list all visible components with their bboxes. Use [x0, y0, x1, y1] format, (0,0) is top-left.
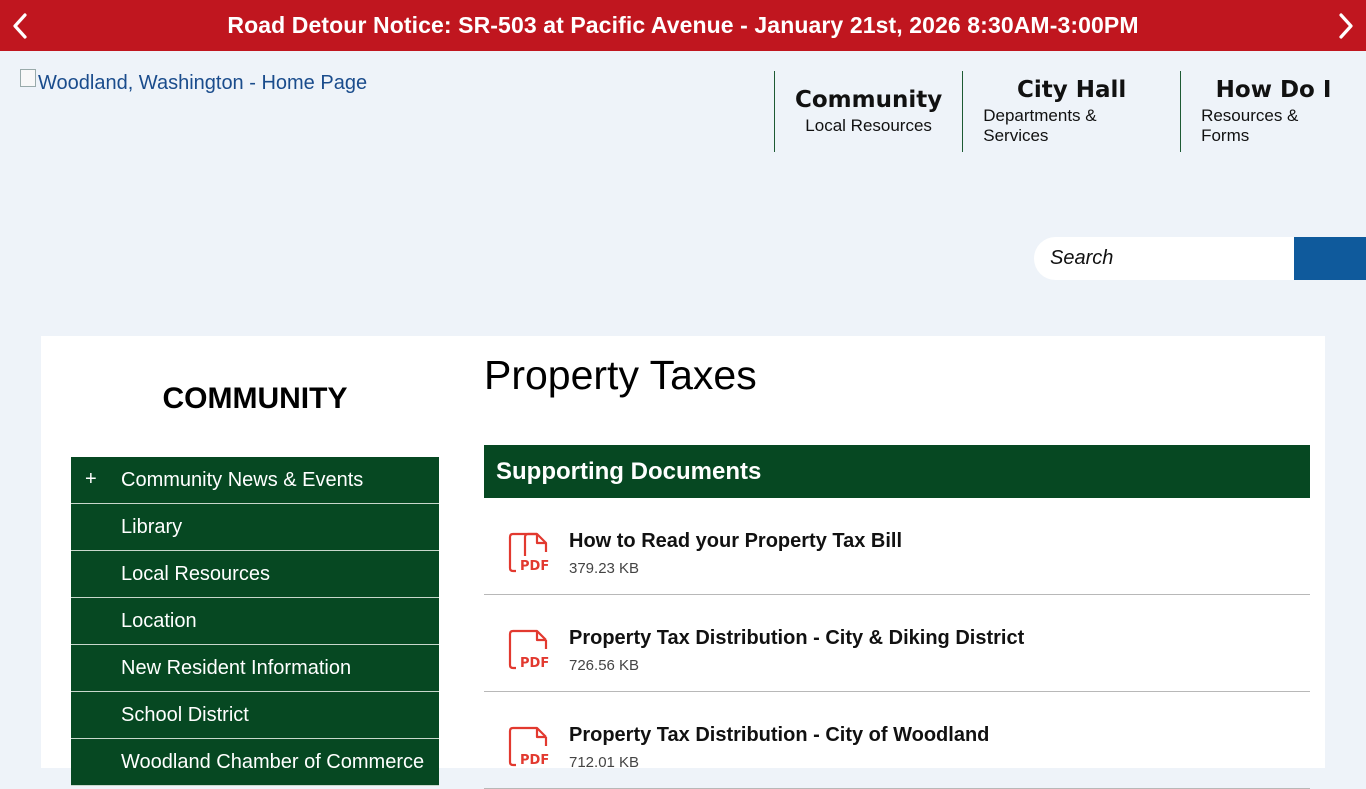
chevron-left-icon	[13, 12, 27, 39]
nav-city-hall[interactable]: City Hall Departments & Services	[962, 71, 1180, 152]
sidebar-item-woodland-chamber-of-commerce[interactable]: Woodland Chamber of Commerce	[71, 739, 439, 786]
sidebar-item-label: New Resident Information	[121, 656, 352, 679]
pdf-label: PDF	[520, 753, 549, 768]
logo-alt-text: Woodland, Washington - Home Page	[38, 72, 368, 94]
pdf-icon: PDF	[508, 726, 549, 768]
pdf-icon: PDF	[508, 532, 549, 574]
supporting-documents-header: Supporting Documents	[484, 445, 1310, 498]
nav-title: Community	[795, 87, 943, 113]
nav-title: How Do I	[1215, 77, 1332, 103]
broken-image-icon	[20, 68, 36, 87]
sidebar-item-label: School District	[121, 703, 249, 726]
document-item[interactable]: PDF How to Read your Property Tax Bill 3…	[484, 498, 1310, 595]
sidebar-item-library[interactable]: Library	[71, 504, 439, 551]
document-item[interactable]: PDF Property Tax Distribution - City & D…	[484, 595, 1310, 692]
document-size: 379.23 KB	[569, 560, 640, 577]
alert-link[interactable]: Road Detour Notice: SR-503 at Pacific Av…	[227, 12, 1138, 39]
document-name[interactable]: Property Tax Distribution - City & Dikin…	[569, 627, 1024, 650]
sidebar-item-location[interactable]: Location	[71, 598, 439, 645]
next-alert-button[interactable]	[1326, 0, 1366, 51]
search-input[interactable]	[1034, 237, 1294, 280]
main-nav: Community Local Resources City Hall Depa…	[774, 71, 1366, 152]
home-logo-link[interactable]: Woodland, Washington - Home Page	[20, 68, 368, 95]
search-button[interactable]	[1294, 237, 1366, 280]
pdf-label: PDF	[520, 559, 549, 574]
expand-plus-icon[interactable]: +	[85, 468, 99, 491]
document-name[interactable]: How to Read your Property Tax Bill	[569, 530, 902, 553]
document-name[interactable]: Property Tax Distribution - City of Wood…	[569, 724, 989, 747]
document-list: PDF How to Read your Property Tax Bill 3…	[484, 498, 1310, 789]
pdf-label: PDF	[520, 656, 549, 671]
sidebar-item-label: Community News & Events	[121, 468, 364, 491]
alert-bar: Road Detour Notice: SR-503 at Pacific Av…	[0, 0, 1366, 51]
page-title: Property Taxes	[484, 352, 757, 398]
pdf-icon: PDF	[508, 629, 549, 671]
sidebar-item-new-resident-information[interactable]: New Resident Information	[71, 645, 439, 692]
nav-subtitle: Departments & Services	[983, 106, 1097, 145]
nav-subtitle: Local Resources	[805, 116, 932, 135]
search-bar	[1034, 237, 1366, 280]
nav-community[interactable]: Community Local Resources	[774, 71, 962, 152]
sidebar-item-label: Local Resources	[121, 562, 270, 585]
chevron-right-icon	[1339, 12, 1353, 39]
sidebar-item-local-resources[interactable]: Local Resources	[71, 551, 439, 598]
nav-subtitle: Resources & Forms	[1201, 106, 1299, 145]
nav-title: City Hall	[1017, 77, 1127, 103]
document-size: 726.56 KB	[569, 657, 640, 674]
previous-alert-button[interactable]	[0, 0, 40, 51]
sidebar-menu: + Community News & Events Library Local …	[71, 457, 439, 786]
content-card: COMMUNITY + Community News & Events Libr…	[41, 336, 1325, 789]
sidebar-item-label: Woodland Chamber of Commerce	[121, 750, 425, 773]
sidebar-title: COMMUNITY	[162, 382, 348, 415]
document-size: 712.01 KB	[569, 754, 640, 771]
sidebar-item-label: Library	[121, 515, 183, 538]
sidebar-item-school-district[interactable]: School District	[71, 692, 439, 739]
sidebar-item-community-news-events[interactable]: + Community News & Events	[71, 457, 439, 504]
sidebar-item-label: Location	[121, 609, 197, 632]
document-item[interactable]: PDF Property Tax Distribution - City of …	[484, 692, 1310, 789]
nav-how-do-i[interactable]: How Do I Resources & Forms	[1180, 71, 1366, 152]
